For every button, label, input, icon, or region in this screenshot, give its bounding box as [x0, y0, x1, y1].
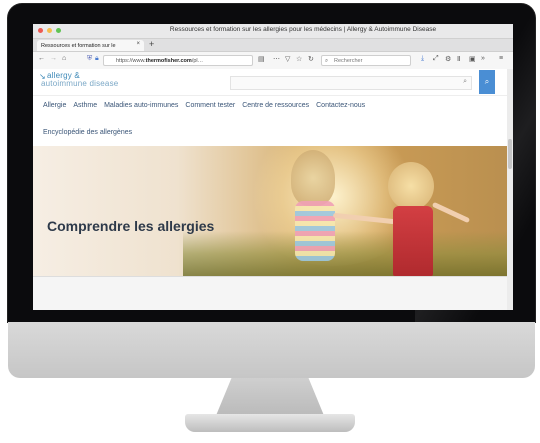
web-page: ↘ allergy & autoimmune disease ⌕ ⌕ Aller…	[33, 69, 513, 310]
tab-label: Ressources et formation sur le	[41, 42, 116, 49]
library-icon[interactable]: Ⅱ	[457, 55, 460, 63]
monitor-stand-base	[185, 414, 355, 432]
download-icon[interactable]: ⤓	[421, 55, 424, 63]
nav-item-comment-tester[interactable]: Comment tester	[185, 102, 235, 109]
new-tab-button[interactable]: +	[149, 39, 154, 49]
child-2-dress	[393, 206, 433, 276]
browser-window: Ressources et formation sur les allergie…	[33, 24, 513, 310]
hero-grass	[183, 231, 513, 276]
url-prefix: https://www.	[116, 58, 146, 64]
site-search-icon: ⌕	[463, 78, 467, 85]
site-header: ↘ allergy & autoimmune disease ⌕ ⌕	[33, 69, 513, 96]
scrollbar-thumb[interactable]	[508, 139, 512, 169]
url-bar[interactable]: https://www.thermofisher.com/pl…	[103, 55, 253, 66]
maximize-window-button[interactable]	[56, 28, 61, 33]
reload-icon[interactable]: ↻	[308, 55, 314, 63]
browser-search-field[interactable]: ⌕ Rechercher	[321, 55, 411, 66]
site-logo[interactable]: ↘ allergy & autoimmune disease	[39, 72, 119, 88]
site-search-input[interactable]: ⌕	[230, 76, 472, 90]
nav-item-contact[interactable]: Contactez-nous	[316, 102, 365, 109]
child-1-dress	[295, 201, 335, 261]
hero-banner: Comprendre les allergies	[33, 146, 513, 276]
pocket-icon[interactable]: ▽	[285, 55, 290, 63]
hero-title: Comprendre les allergies	[47, 218, 215, 234]
page-actions-icon[interactable]: ⋯	[273, 55, 280, 63]
browser-tab[interactable]: Ressources et formation sur le ×	[37, 40, 144, 51]
site-search-button[interactable]: ⌕	[479, 70, 495, 94]
back-icon[interactable]: ←	[38, 55, 45, 62]
monitor-stand-neck	[215, 378, 325, 418]
page-lower-section	[33, 276, 513, 310]
close-window-button[interactable]	[38, 28, 43, 33]
child-2-hair	[388, 162, 434, 210]
settings-gear-icon[interactable]: ⚙	[445, 55, 451, 63]
overflow-chevron-icon[interactable]: »	[481, 55, 485, 62]
fullscreen-icon[interactable]: ⤢	[433, 55, 439, 63]
url-suffix: /pl…	[191, 58, 204, 64]
child-1-hair	[291, 150, 335, 206]
bookmark-star-icon[interactable]: ☆	[296, 55, 302, 63]
forward-icon[interactable]: →	[50, 55, 57, 62]
nav-item-maladies[interactable]: Maladies auto-immunes	[104, 102, 178, 109]
logo-mark-icon: ↘	[39, 72, 46, 81]
reader-view-icon[interactable]: ▤	[258, 55, 265, 63]
minimize-window-button[interactable]	[47, 28, 52, 33]
sidebar-icon[interactable]: ▣	[469, 55, 476, 63]
title-bar: Ressources et formation sur les allergie…	[33, 24, 513, 39]
page-scrollbar[interactable]	[507, 69, 513, 310]
nav-item-allergie[interactable]: Allergie	[43, 102, 66, 109]
search-placeholder: Rechercher	[334, 58, 363, 64]
child-2-arm	[431, 201, 471, 224]
shield-icon[interactable]: ⛨	[87, 55, 92, 63]
tab-close-icon[interactable]: ×	[136, 41, 140, 47]
nav-item-encyclopedie[interactable]: Encyclopédie des allergènes	[43, 129, 132, 136]
nav-item-asthme[interactable]: Asthme	[73, 102, 97, 109]
main-nav: Allergie Asthme Maladies auto-immunes Co…	[43, 102, 365, 109]
lock-icon[interactable]: 🔒︎	[95, 55, 99, 63]
search-icon: ⌕	[325, 58, 329, 64]
menu-icon[interactable]: ≡	[499, 55, 503, 62]
navigation-toolbar: ← → ⌂ ⛨ 🔒︎ https://www.thermofisher.com/…	[33, 52, 513, 70]
window-controls	[38, 28, 61, 33]
logo-line-2: autoimmune disease	[41, 79, 119, 88]
nav-item-centre-ressources[interactable]: Centre de ressources	[242, 102, 309, 109]
home-icon[interactable]: ⌂	[62, 55, 66, 62]
url-domain: thermofisher.com	[145, 58, 192, 64]
search-button-icon: ⌕	[484, 77, 490, 86]
monitor-chin	[8, 322, 535, 378]
window-title: Ressources et formation sur les allergie…	[169, 26, 437, 33]
tab-bar: Ressources et formation sur le × +	[33, 39, 513, 52]
